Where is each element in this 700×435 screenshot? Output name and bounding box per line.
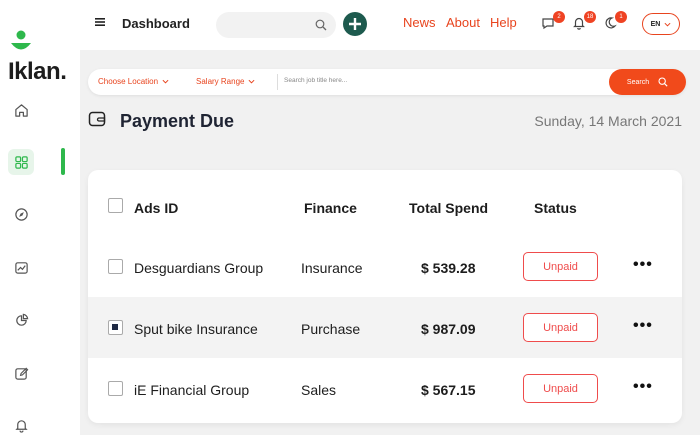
add-button[interactable] <box>343 12 367 36</box>
finance-type: Insurance <box>301 260 363 276</box>
sidebar: Iklan. <box>0 0 80 435</box>
row-checkbox[interactable] <box>108 259 123 274</box>
status-button[interactable]: Unpaid <box>523 313 598 342</box>
finance-type: Purchase <box>301 321 361 337</box>
notification-badge: 18 <box>584 11 596 23</box>
sidebar-item-home[interactable] <box>8 97 34 123</box>
table-row[interactable]: Desguardians Group Insurance $ 539.28 Un… <box>88 236 682 297</box>
row-checkbox[interactable] <box>108 320 123 335</box>
bell-notification-button[interactable]: 18 <box>572 11 596 34</box>
location-dropdown[interactable]: Choose Location <box>98 77 169 86</box>
nav-link-help[interactable]: Help <box>490 15 517 30</box>
job-search-bar: Choose Location Salary Range Search job … <box>88 69 686 95</box>
page-title: Payment Due <box>120 111 235 131</box>
active-indicator <box>61 148 65 175</box>
column-header-status: Status <box>534 200 577 216</box>
home-icon <box>14 103 28 117</box>
payment-table: Ads ID Finance Total Spend Status Desgua… <box>88 170 682 423</box>
location-dropdown-label: Choose Location <box>98 77 159 86</box>
status-button[interactable]: Unpaid <box>523 252 598 281</box>
notification-badge: 2 <box>553 11 565 23</box>
nav-link-about[interactable]: About <box>446 15 480 30</box>
salary-dropdown-label: Salary Range <box>196 77 245 86</box>
page-section-title: Dashboard <box>122 16 190 31</box>
table-row[interactable]: Sput bike Insurance Purchase $ 987.09 Un… <box>88 297 682 358</box>
column-header-ads-id: Ads ID <box>134 200 179 216</box>
edit-icon <box>14 367 28 380</box>
pie-icon <box>15 313 28 326</box>
select-all-checkbox[interactable] <box>108 198 123 213</box>
search-button[interactable]: Search <box>609 69 686 95</box>
moon-notification-button[interactable]: 1 <box>603 11 627 34</box>
job-title-search-input[interactable]: Search job title here... <box>284 77 347 84</box>
wallet-icon <box>88 111 106 127</box>
column-header-total-spend: Total Spend <box>409 200 489 216</box>
table-row[interactable]: iE Financial Group Sales $ 567.15 Unpaid… <box>88 358 682 419</box>
plus-icon <box>349 18 361 30</box>
topbar: Dashboard News About Help 2 18 1 EN <box>80 0 700 50</box>
more-options-button[interactable]: ••• <box>633 256 653 274</box>
salary-dropdown[interactable]: Salary Range <box>196 77 255 86</box>
total-spend: $ 539.28 <box>421 260 476 276</box>
more-options-button[interactable]: ••• <box>633 378 653 396</box>
search-icon <box>315 19 327 31</box>
bell-icon <box>14 419 28 433</box>
sidebar-item-dashboard[interactable] <box>8 149 34 175</box>
total-spend: $ 567.15 <box>421 382 476 398</box>
language-select[interactable]: EN <box>642 13 680 35</box>
row-checkbox[interactable] <box>108 381 123 396</box>
chevron-down-icon <box>162 79 169 84</box>
ad-name: iE Financial Group <box>134 382 250 398</box>
menu-icon[interactable] <box>95 17 105 27</box>
column-header-finance: Finance <box>304 200 357 216</box>
search-icon <box>658 77 668 87</box>
ad-name: Sput bike Insurance <box>134 321 258 337</box>
top-search-input[interactable] <box>216 12 336 38</box>
divider <box>277 74 278 90</box>
sidebar-item-edit[interactable] <box>8 360 34 386</box>
chart-icon <box>14 261 28 274</box>
page-date: Sunday, 14 March 2021 <box>534 113 682 129</box>
compass-icon <box>14 207 28 221</box>
grid-icon <box>14 155 28 169</box>
chevron-down-icon <box>664 22 671 27</box>
total-spend: $ 987.09 <box>421 321 476 337</box>
search-button-label: Search <box>626 78 650 86</box>
more-options-button[interactable]: ••• <box>633 317 653 335</box>
sidebar-item-analytics[interactable] <box>8 254 34 280</box>
chat-notification-button[interactable]: 2 <box>541 11 565 34</box>
logo-text: Iklan. <box>8 58 67 85</box>
logo-icon <box>11 30 31 50</box>
status-button[interactable]: Unpaid <box>523 374 598 403</box>
sidebar-item-reports[interactable] <box>8 307 34 333</box>
sidebar-item-notifications[interactable] <box>8 412 34 435</box>
chevron-down-icon <box>248 79 255 84</box>
finance-type: Sales <box>301 382 337 398</box>
notification-badge: 1 <box>615 11 627 23</box>
ad-name: Desguardians Group <box>134 260 264 276</box>
language-label: EN <box>650 20 661 28</box>
sidebar-item-explore[interactable] <box>8 201 34 227</box>
nav-link-news[interactable]: News <box>403 15 436 30</box>
